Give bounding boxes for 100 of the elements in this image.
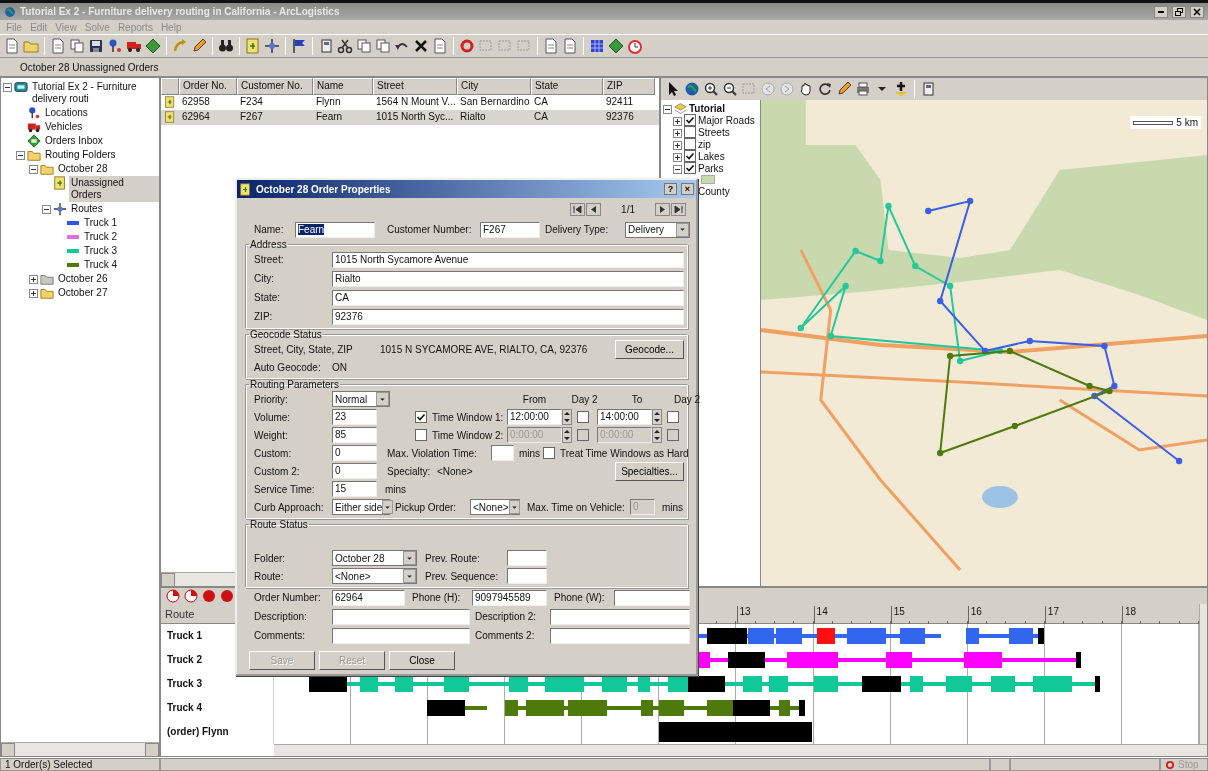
specialties-button[interactable]: Specialties... (615, 461, 684, 481)
tree-item[interactable]: Truck 4 (82, 258, 119, 272)
page-icon[interactable] (920, 81, 936, 97)
layer-item[interactable]: Major Roads (698, 114, 755, 126)
dropdown[interactable]: Either side (332, 499, 390, 515)
scrollbar[interactable] (1, 742, 159, 756)
dialog-button[interactable]: Close (389, 651, 455, 670)
input-field[interactable] (614, 589, 690, 606)
input-field[interactable] (332, 627, 470, 644)
checkbox[interactable] (684, 162, 696, 174)
hand-icon[interactable] (798, 81, 814, 97)
tree-item[interactable]: Routes (69, 202, 105, 216)
wait-block[interactable] (727, 652, 765, 668)
minus-icon[interactable] (673, 165, 682, 174)
minus-icon[interactable] (663, 105, 672, 114)
checkbox[interactable] (684, 150, 696, 162)
layer-item[interactable]: Tutorial (689, 102, 725, 114)
plus-icon[interactable] (893, 81, 909, 97)
document-icon[interactable] (543, 38, 559, 54)
dropdown[interactable]: <None> (332, 568, 417, 584)
document-icon[interactable] (50, 38, 66, 54)
spinner-icon[interactable] (562, 427, 572, 443)
stop-block[interactable] (778, 700, 791, 716)
input-field[interactable]: 23 (332, 409, 377, 425)
scissors-icon[interactable] (337, 38, 353, 54)
stop-block[interactable] (1008, 628, 1034, 644)
circle-icon[interactable] (219, 588, 235, 604)
checkbox[interactable] (667, 429, 679, 441)
plus-icon[interactable] (673, 129, 682, 138)
stop-block[interactable] (505, 700, 519, 716)
pie-chart-icon[interactable] (165, 588, 181, 604)
column-header[interactable]: Street (373, 78, 457, 95)
checkbox[interactable] (684, 138, 696, 150)
dropdown[interactable]: Delivery (625, 221, 690, 238)
copy-icon[interactable] (356, 38, 372, 54)
scrollbar[interactable] (1199, 604, 1207, 744)
checkbox[interactable] (577, 429, 589, 441)
tree-item[interactable]: Routing Folders (43, 148, 118, 162)
input-field[interactable]: 1015 North Sycamore Avenue (332, 251, 684, 268)
tree-item[interactable]: Tutorial Ex 2 - Furniture delivery routi (30, 80, 159, 106)
delete-icon[interactable] (413, 38, 429, 54)
tree-item[interactable]: Unassigned Orders (69, 176, 159, 202)
input-field[interactable] (332, 608, 470, 625)
next-button[interactable] (655, 202, 670, 216)
document-icon[interactable] (562, 38, 578, 54)
minimize-button[interactable] (1154, 5, 1168, 18)
clock-icon[interactable] (627, 38, 643, 54)
input-field[interactable]: 85 (332, 427, 377, 443)
minus-icon[interactable] (3, 83, 12, 92)
stop-block[interactable] (899, 628, 926, 644)
minus-icon[interactable] (16, 151, 25, 160)
tree-item[interactable]: October 26 (56, 272, 110, 286)
last-button[interactable] (671, 202, 686, 216)
layer-item[interactable]: Parks (698, 162, 724, 174)
checkbox[interactable] (684, 126, 696, 138)
input-field[interactable]: CA (332, 289, 684, 306)
checkbox[interactable] (684, 114, 696, 126)
first-button[interactable] (570, 202, 586, 216)
scrollbar[interactable] (274, 744, 1207, 756)
plus-icon[interactable] (29, 289, 38, 298)
tree-item[interactable]: Locations (43, 106, 90, 120)
spinner-icon[interactable] (652, 427, 662, 443)
copy-icon[interactable] (69, 38, 85, 54)
pencil-icon[interactable] (191, 38, 207, 54)
input-field[interactable]: 92376 (332, 308, 684, 325)
binoculars-icon[interactable] (218, 38, 234, 54)
input-field[interactable]: 12:00:00 (507, 409, 562, 425)
tree-item[interactable]: Truck 3 (82, 244, 119, 258)
minus-icon[interactable] (42, 205, 51, 214)
wait-block[interactable] (687, 676, 725, 692)
page-icon[interactable] (318, 38, 334, 54)
tree-item[interactable]: Truck 1 (82, 216, 119, 230)
tree-item[interactable]: Vehicles (43, 120, 85, 134)
violation-block[interactable] (817, 628, 836, 644)
globe-icon[interactable] (684, 81, 700, 97)
title-button[interactable]: × (681, 183, 694, 195)
ring-icon[interactable] (459, 38, 475, 54)
geocode-button[interactable]: Geocode... (615, 339, 684, 359)
dropdown[interactable]: Normal (332, 391, 390, 407)
routes-icon[interactable] (264, 38, 280, 54)
input-field[interactable]: 0 (332, 445, 377, 461)
grid-icon[interactable] (589, 38, 605, 54)
column-header[interactable]: Customer No. (237, 78, 313, 95)
column-header[interactable]: Name (313, 78, 373, 95)
diamond-icon[interactable] (145, 38, 161, 54)
flag-icon[interactable] (291, 38, 307, 54)
layer-item[interactable]: County (698, 185, 730, 197)
checkbox[interactable] (415, 429, 427, 441)
column-header[interactable]: City (457, 78, 531, 95)
tree-item[interactable]: Truck 2 (82, 230, 119, 244)
pie-chart-icon[interactable] (183, 588, 199, 604)
pencil-icon[interactable] (836, 81, 852, 97)
refresh-icon[interactable] (817, 81, 833, 97)
input-field[interactable]: 62964 (332, 589, 405, 606)
input-field[interactable]: Rialto (332, 270, 684, 287)
restore-button[interactable] (1172, 5, 1186, 18)
checkbox[interactable] (667, 411, 679, 423)
checkbox[interactable] (577, 411, 589, 423)
input-field[interactable]: 15 (332, 481, 377, 497)
document-icon[interactable] (432, 38, 448, 54)
